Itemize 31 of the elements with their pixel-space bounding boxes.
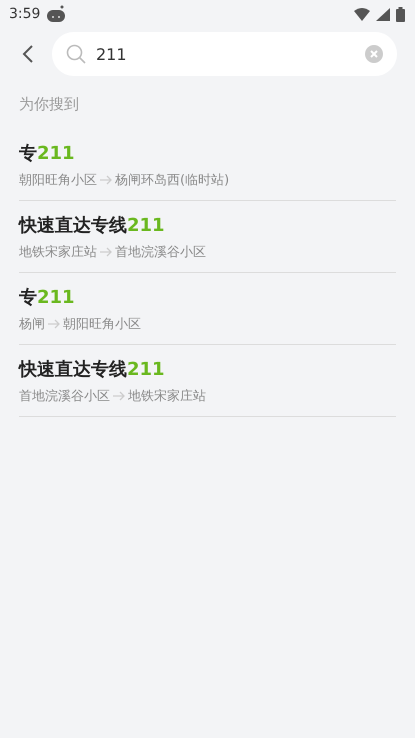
- route-title: 快速直达专线211: [19, 358, 166, 381]
- arrow-icon: [99, 175, 113, 185]
- route-title: 专211: [19, 142, 76, 165]
- end-stop: 朝阳旺角小区: [63, 316, 141, 333]
- arrow-icon: [47, 319, 61, 329]
- arrow-icon: [112, 391, 126, 401]
- end-stop: 地铁宋家庄站: [128, 388, 206, 405]
- clear-icon: [365, 45, 383, 63]
- end-stop: 杨闸环岛西(临时站): [115, 172, 230, 189]
- battery-icon: [396, 6, 405, 22]
- search-icon: [66, 44, 86, 64]
- route-title: 专211: [19, 286, 76, 309]
- route-item[interactable]: 快速直达专线211 首地浣溪谷小区 地铁宋家庄站: [19, 345, 396, 417]
- back-icon: [22, 44, 34, 64]
- start-stop: 地铁宋家庄站: [19, 244, 97, 261]
- route-item[interactable]: 专211 杨闸 朝阳旺角小区: [19, 273, 396, 345]
- start-stop: 朝阳旺角小区: [19, 172, 97, 189]
- route-item[interactable]: 快速直达专线211 地铁宋家庄站 首地浣溪谷小区: [19, 201, 396, 273]
- search-input[interactable]: 211: [96, 44, 355, 64]
- wifi-icon: [354, 8, 370, 20]
- arrow-icon: [99, 247, 113, 257]
- route-item[interactable]: 专211 朝阳旺角小区 杨闸环岛西(临时站): [19, 129, 396, 201]
- section-title: 为你搜到: [18, 94, 80, 115]
- signal-icon: [376, 8, 390, 20]
- route-title: 快速直达专线211: [19, 214, 166, 237]
- end-stop: 首地浣溪谷小区: [115, 244, 206, 261]
- robot-icon: [46, 5, 66, 23]
- status-time: 3:59: [9, 6, 40, 22]
- start-stop: 首地浣溪谷小区: [19, 388, 110, 405]
- search-field[interactable]: 211: [52, 32, 397, 76]
- start-stop: 杨闸: [19, 316, 45, 333]
